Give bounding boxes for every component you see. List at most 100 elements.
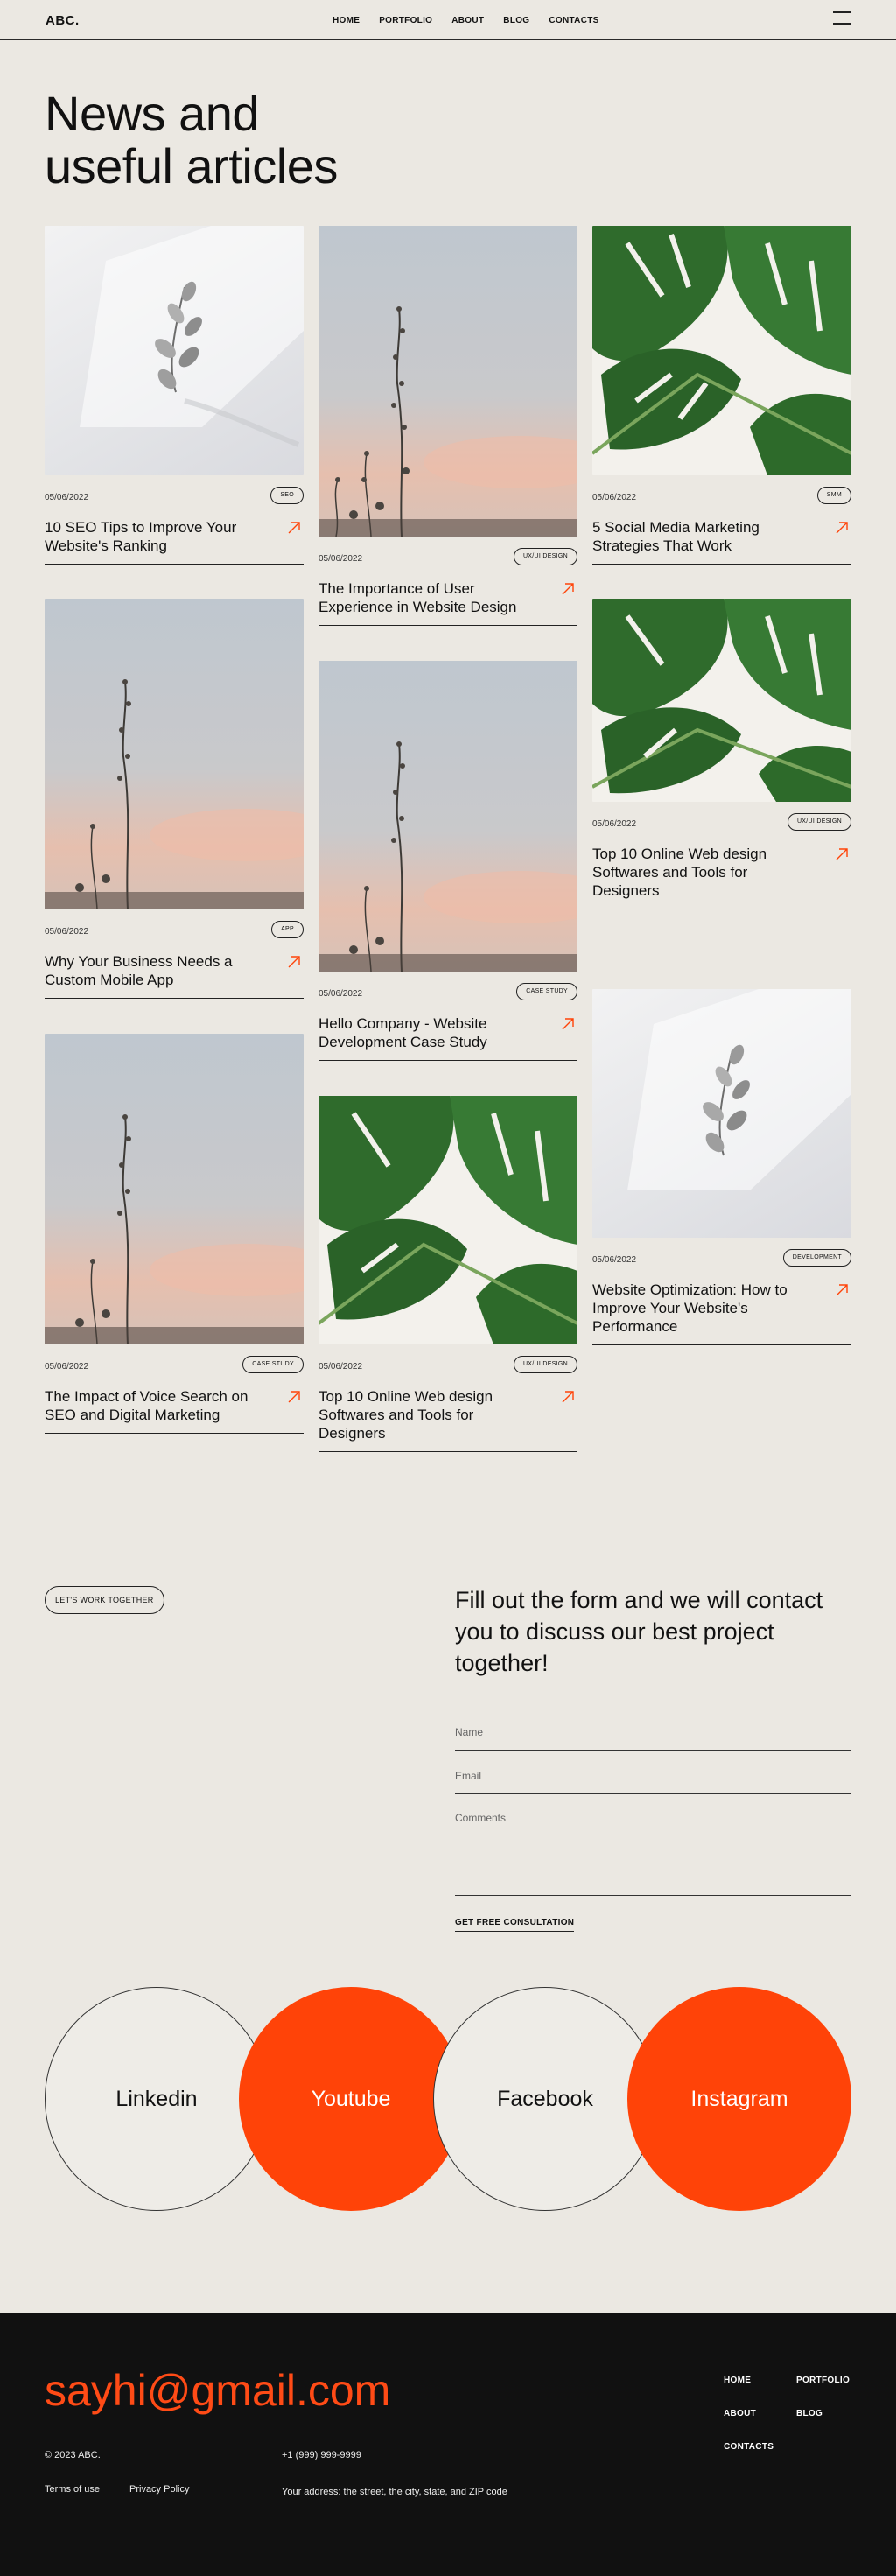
name-field-wrapper	[455, 1724, 850, 1751]
sky-branches-illustration	[318, 741, 578, 972]
article-title[interactable]: 5 Social Media Marketing Strategies That…	[592, 518, 816, 555]
article-title[interactable]: Top 10 Online Web design Softwares and T…	[318, 1387, 542, 1442]
nav-contacts[interactable]: CONTACTS	[549, 16, 598, 25]
privacy-link[interactable]: Privacy Policy	[130, 2484, 189, 2495]
name-input[interactable]	[455, 1726, 850, 1738]
article-image[interactable]	[318, 1096, 578, 1344]
page-title: News and useful articles	[45, 88, 482, 193]
arrow-up-right-icon[interactable]	[560, 581, 576, 597]
plant-shadow-illustration	[627, 989, 851, 1190]
arrow-up-right-icon[interactable]	[560, 1016, 576, 1032]
article-image[interactable]	[592, 599, 851, 802]
arrow-up-right-icon[interactable]	[286, 954, 302, 970]
article-title[interactable]: 10 SEO Tips to Improve Your Website's Ra…	[45, 518, 269, 555]
plant-shadow-illustration	[80, 226, 304, 447]
article-card[interactable]: 05/06/2022 CASE STUDY The Impact of Voic…	[45, 1034, 304, 1434]
article-image[interactable]	[592, 989, 851, 1238]
article-date: 05/06/2022	[592, 819, 637, 829]
phone-number: +1 (999) 999-9999	[282, 2450, 361, 2460]
monstera-leaf-illustration	[318, 1096, 578, 1344]
sky-branches-illustration	[45, 1114, 304, 1344]
arrow-up-right-icon[interactable]	[834, 846, 850, 862]
article-date: 05/06/2022	[45, 927, 89, 937]
footer-nav-contacts[interactable]: CONTACTS	[724, 2442, 774, 2452]
article-date: 05/06/2022	[45, 1362, 89, 1372]
article-tag[interactable]: UX/UI DESIGN	[787, 813, 851, 831]
terms-link[interactable]: Terms of use	[45, 2484, 100, 2495]
article-title[interactable]: Hello Company - Website Development Case…	[318, 1014, 542, 1051]
article-tag[interactable]: CASE STUDY	[516, 983, 578, 1000]
article-tag[interactable]: UX/UI DESIGN	[513, 1356, 578, 1373]
sky-branches-illustration	[318, 306, 578, 537]
article-card[interactable]: 05/06/2022 DEVELOPMENT Website Optimizat…	[592, 989, 851, 1345]
article-title[interactable]: The Importance of User Experience in Web…	[318, 579, 542, 616]
article-card[interactable]: 05/06/2022 UX/UI DESIGN Top 10 Online We…	[318, 1096, 578, 1452]
footer-nav-home[interactable]: HOME	[724, 2376, 751, 2385]
arrow-up-right-icon[interactable]	[560, 1389, 576, 1405]
contact-form-heading: Fill out the form and we will contact yo…	[455, 1587, 823, 1676]
article-image[interactable]	[592, 226, 851, 475]
article-tag[interactable]: APP	[271, 921, 304, 938]
nav-blog[interactable]: BLOG	[503, 16, 529, 25]
article-date: 05/06/2022	[318, 554, 363, 564]
monstera-leaf-illustration	[592, 599, 851, 802]
social-youtube[interactable]: Youtube	[239, 1987, 463, 2211]
article-date: 05/06/2022	[592, 1255, 637, 1265]
comments-field-wrapper	[455, 1812, 850, 1896]
article-date: 05/06/2022	[45, 493, 89, 502]
article-tag[interactable]: SEO	[270, 487, 304, 504]
article-image[interactable]	[318, 661, 578, 972]
article-tag[interactable]: CASE STUDY	[242, 1356, 304, 1373]
article-title[interactable]: The Impact of Voice Search on SEO and Di…	[45, 1387, 269, 1424]
article-card[interactable]: 05/06/2022 SMM 5 Social Media Marketing …	[592, 226, 851, 565]
article-date: 05/06/2022	[318, 989, 363, 999]
social-facebook[interactable]: Facebook	[433, 1987, 657, 2211]
article-image[interactable]	[45, 599, 304, 909]
article-image[interactable]	[45, 226, 304, 475]
address: Your address: the street, the city, stat…	[282, 2487, 508, 2497]
hamburger-menu-icon[interactable]	[833, 11, 850, 27]
social-linkedin[interactable]: Linkedin	[45, 1987, 269, 2211]
article-title[interactable]: Website Optimization: How to Improve You…	[592, 1281, 816, 1336]
arrow-up-right-icon[interactable]	[834, 520, 850, 536]
main-nav: HOME PORTFOLIO ABOUT BLOG CONTACTS	[332, 16, 599, 25]
article-image[interactable]	[45, 1034, 304, 1344]
article-card[interactable]: 05/06/2022 UX/UI DESIGN The Importance o…	[318, 226, 578, 626]
article-title[interactable]: Top 10 Online Web design Softwares and T…	[592, 845, 816, 900]
nav-about[interactable]: ABOUT	[452, 16, 484, 25]
footer: sayhi@gmail.com © 2023 ABC. +1 (999) 999…	[0, 2313, 896, 2576]
footer-nav-blog[interactable]: BLOG	[796, 2409, 822, 2418]
article-date: 05/06/2022	[318, 1362, 363, 1372]
top-navigation-bar: ABC. HOME PORTFOLIO ABOUT BLOG CONTACTS	[0, 0, 896, 40]
email-input[interactable]	[455, 1770, 850, 1782]
arrow-up-right-icon[interactable]	[286, 1389, 302, 1405]
sky-branches-illustration	[45, 679, 304, 909]
article-image[interactable]	[318, 226, 578, 537]
article-card[interactable]: 05/06/2022 SEO 10 SEO Tips to Improve Yo…	[45, 226, 304, 565]
footer-email-link[interactable]: sayhi@gmail.com	[45, 2365, 390, 2416]
page-title-line-1: News and	[45, 86, 260, 141]
article-card[interactable]: 05/06/2022 UX/UI DESIGN Top 10 Online We…	[592, 599, 851, 909]
arrow-up-right-icon[interactable]	[286, 520, 302, 536]
monstera-leaf-illustration	[592, 226, 851, 475]
article-tag[interactable]: SMM	[816, 487, 851, 504]
article-date: 05/06/2022	[592, 493, 637, 502]
lets-work-together-button[interactable]: LET'S WORK TOGETHER	[45, 1586, 164, 1614]
article-title[interactable]: Why Your Business Needs a Custom Mobile …	[45, 952, 269, 989]
page-title-line-2: useful articles	[45, 138, 338, 193]
social-instagram[interactable]: Instagram	[627, 1987, 851, 2211]
nav-home[interactable]: HOME	[332, 16, 360, 25]
arrow-up-right-icon[interactable]	[834, 1282, 850, 1298]
footer-nav-portfolio[interactable]: PORTFOLIO	[796, 2376, 850, 2385]
logo[interactable]: ABC.	[46, 13, 80, 28]
footer-nav-about[interactable]: ABOUT	[724, 2409, 756, 2418]
comments-textarea[interactable]	[455, 1812, 850, 1873]
get-free-consultation-button[interactable]: GET FREE CONSULTATION	[455, 1918, 575, 1932]
nav-portfolio[interactable]: PORTFOLIO	[379, 16, 432, 25]
email-field-wrapper	[455, 1768, 850, 1794]
copyright: © 2023 ABC.	[45, 2450, 101, 2460]
article-tag[interactable]: UX/UI DESIGN	[513, 548, 578, 565]
article-card[interactable]: 05/06/2022 APP Why Your Business Needs a…	[45, 599, 304, 999]
article-card[interactable]: 05/06/2022 CASE STUDY Hello Company - We…	[318, 661, 578, 1061]
article-tag[interactable]: DEVELOPMENT	[782, 1249, 851, 1267]
